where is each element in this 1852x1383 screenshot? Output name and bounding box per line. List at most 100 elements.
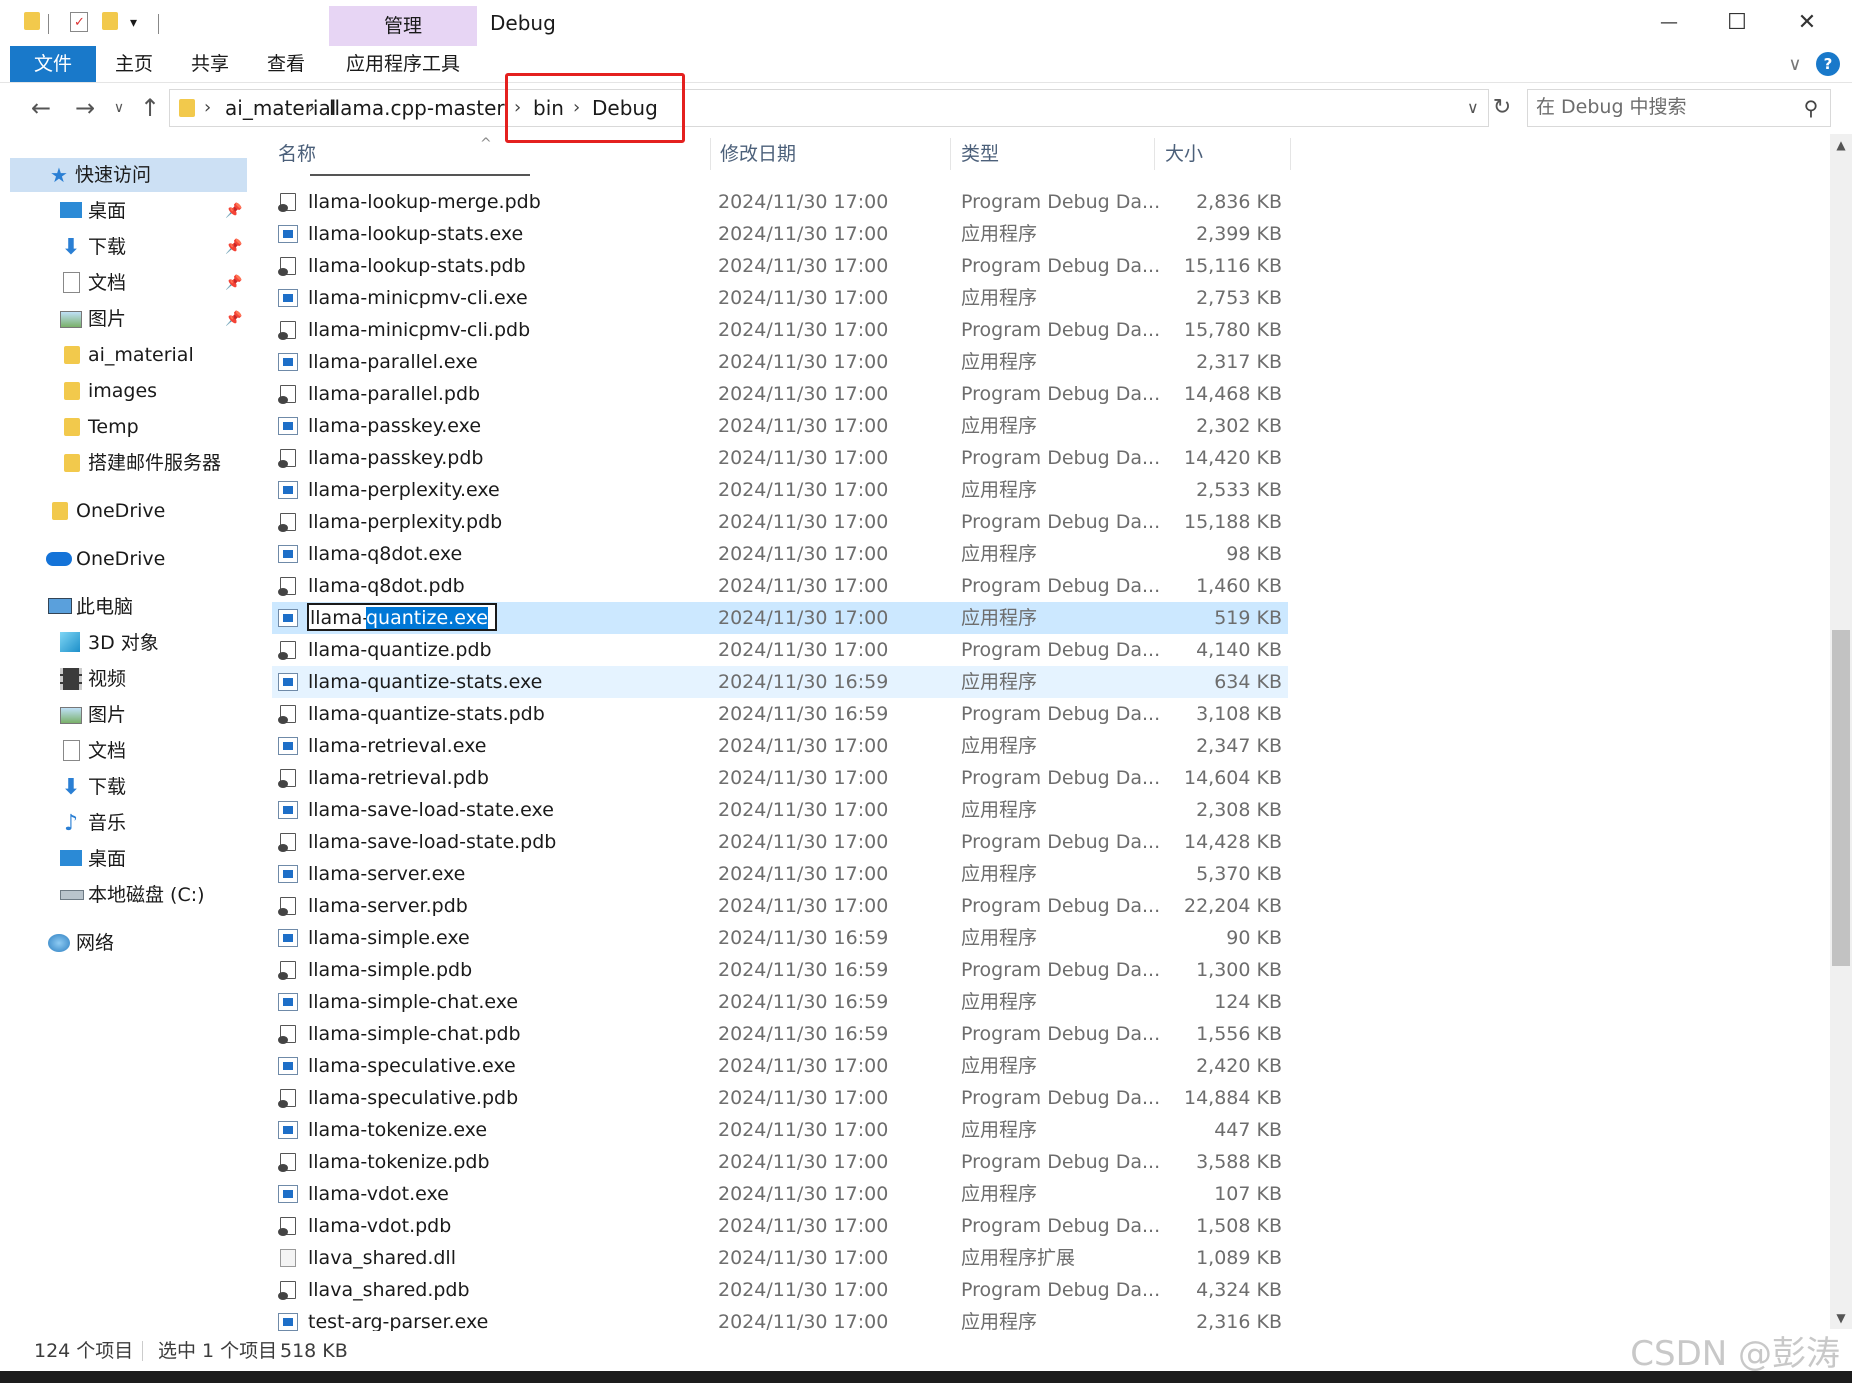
properties-icon[interactable]: ✓ xyxy=(70,12,88,32)
breadcrumb-bin[interactable]: bin xyxy=(533,90,564,126)
file-row[interactable]: llama-minicpmv-cli.exe 2024/11/30 17:00 应用… xyxy=(272,282,1288,314)
file-row[interactable]: llama-passkey.exe 2024/11/30 17:00 应用程序 2,3… xyxy=(272,410,1288,442)
breadcrumb-separator[interactable]: › xyxy=(308,90,315,126)
vertical-scrollbar[interactable]: ▲ ▼ xyxy=(1830,134,1852,1329)
file-row[interactable]: llama-perplexity.exe 2024/11/30 17:00 应用程序… xyxy=(272,474,1288,506)
file-row[interactable]: llama-quantize.exe 2024/11/30 17:00 应用程序 51… xyxy=(272,602,1288,634)
sidebar-item-3d-objects[interactable]: 3D 对象 xyxy=(10,626,247,660)
sidebar-item-pictures[interactable]: 图片 📌 xyxy=(10,302,247,336)
file-row[interactable]: llama-quantize-stats.pdb 2024/11/30 16:59… xyxy=(272,698,1288,730)
sidebar-item-network[interactable]: 网络 xyxy=(10,926,247,960)
close-icon[interactable]: ✕ xyxy=(1782,4,1832,40)
scroll-up-icon[interactable]: ▲ xyxy=(1830,134,1852,156)
breadcrumb[interactable]: › ai_material › llama.cpp-master › bin ›… xyxy=(169,89,1489,127)
file-row[interactable]: llama-quantize.pdb 2024/11/30 17:00 Progra… xyxy=(272,634,1288,666)
sidebar-item-desktop[interactable]: 桌面 📌 xyxy=(10,194,247,228)
sidebar-item-temp[interactable]: Temp xyxy=(10,410,247,444)
maximize-icon[interactable]: ☐ xyxy=(1712,4,1762,40)
sidebar-item-pictures-pc[interactable]: 图片 xyxy=(10,698,247,732)
column-divider[interactable] xyxy=(950,138,951,170)
sidebar-item-quick-access[interactable]: ★ 快速访问 xyxy=(10,158,247,192)
breadcrumb-debug[interactable]: Debug xyxy=(592,90,658,126)
breadcrumb-ai-material[interactable]: ai_material xyxy=(225,90,336,126)
file-row[interactable]: llama-lookup-merge.pdb 2024/11/30 17:00 Pr… xyxy=(272,186,1288,218)
ribbon-collapse-icon[interactable]: ∨ xyxy=(1780,50,1810,78)
recent-locations-button[interactable]: ∨ xyxy=(108,91,130,125)
sidebar-item-downloads[interactable]: ⬇ 下载 📌 xyxy=(10,230,247,264)
sidebar-item-desktop-pc[interactable]: 桌面 xyxy=(10,842,247,876)
file-row[interactable]: llama-save-load-state.pdb 2024/11/30 17:0… xyxy=(272,826,1288,858)
tab-view[interactable]: 查看 xyxy=(256,46,316,82)
sidebar-item-this-pc[interactable]: 此电脑 xyxy=(10,590,247,624)
file-row[interactable]: llama-tokenize.pdb 2024/11/30 17:00 Progra… xyxy=(272,1146,1288,1178)
column-header-date[interactable]: 修改日期 xyxy=(720,134,796,174)
search-box[interactable]: ⚲ xyxy=(1527,89,1831,127)
file-row[interactable]: llama-q8dot.exe 2024/11/30 17:00 应用程序 98 KB xyxy=(272,538,1288,570)
pin-icon[interactable]: 📌 xyxy=(225,302,242,336)
file-row[interactable]: llama-speculative.exe 2024/11/30 17:00 应用程… xyxy=(272,1050,1288,1082)
file-row[interactable]: llama-quantize-stats.exe 2024/11/30 16:59… xyxy=(272,666,1288,698)
search-input[interactable] xyxy=(1536,90,1786,124)
sidebar-item-onedrive-folder[interactable]: OneDrive xyxy=(10,494,247,528)
file-row[interactable]: llama-passkey.pdb 2024/11/30 17:00 Program… xyxy=(272,442,1288,474)
sidebar-item-videos[interactable]: 视频 xyxy=(10,662,247,696)
tab-home[interactable]: 主页 xyxy=(104,46,164,82)
breadcrumb-llama-cpp-master[interactable]: llama.cpp-master xyxy=(329,90,505,126)
sidebar-item-images[interactable]: images xyxy=(10,374,247,408)
file-row[interactable]: llama-simple-chat.exe 2024/11/30 16:59 应用程… xyxy=(272,986,1288,1018)
sidebar-item-music[interactable]: ♪ 音乐 xyxy=(10,806,247,840)
file-row[interactable]: llama-simple-chat.pdb 2024/11/30 16:59 Pro… xyxy=(272,1018,1288,1050)
file-row[interactable]: llama-q8dot.pdb 2024/11/30 17:00 Program D… xyxy=(272,570,1288,602)
column-header-type[interactable]: 类型 xyxy=(961,134,999,174)
back-button[interactable]: ← xyxy=(24,91,58,125)
file-row[interactable]: llama-simple.pdb 2024/11/30 16:59 Program … xyxy=(272,954,1288,986)
file-row[interactable]: llama-server.pdb 2024/11/30 17:00 Program … xyxy=(272,890,1288,922)
file-row[interactable]: llava_shared.dll 2024/11/30 17:00 应用程序扩展 1,… xyxy=(272,1242,1288,1274)
forward-button[interactable]: → xyxy=(68,91,102,125)
help-icon[interactable]: ? xyxy=(1816,52,1840,76)
column-divider[interactable] xyxy=(1154,138,1155,170)
file-row[interactable]: llama-tokenize.exe 2024/11/30 17:00 应用程序 44… xyxy=(272,1114,1288,1146)
new-folder-icon[interactable] xyxy=(102,12,118,30)
sidebar-item-local-disk[interactable]: 本地磁盘 (C:) xyxy=(10,878,247,912)
tab-file[interactable]: 文件 xyxy=(10,46,96,82)
scroll-thumb[interactable] xyxy=(1832,630,1850,966)
minimize-icon[interactable]: — xyxy=(1644,4,1694,40)
file-row[interactable]: llama-speculative.pdb 2024/11/30 17:00 Pro… xyxy=(272,1082,1288,1114)
file-row[interactable]: llama-save-load-state.exe 2024/11/30 17:0… xyxy=(272,794,1288,826)
manage-contextual-tab[interactable]: 管理 xyxy=(329,6,477,46)
rename-input[interactable]: llama-quantize.exe xyxy=(307,603,497,631)
file-row[interactable]: llama-lookup-stats.pdb 2024/11/30 17:00 Pr… xyxy=(272,250,1288,282)
sidebar-item-downloads-pc[interactable]: ⬇ 下载 xyxy=(10,770,247,804)
sidebar-item-onedrive[interactable]: OneDrive xyxy=(10,542,247,576)
file-row[interactable]: llama-retrieval.pdb 2024/11/30 17:00 Progr… xyxy=(272,762,1288,794)
pin-icon[interactable]: 📌 xyxy=(225,194,242,228)
file-row[interactable]: llama-minicpmv-cli.pdb 2024/11/30 17:00 Pr… xyxy=(272,314,1288,346)
pin-icon[interactable]: 📌 xyxy=(225,230,242,264)
pin-icon[interactable]: 📌 xyxy=(225,266,242,300)
customize-toolbar-icon[interactable]: ▾ xyxy=(130,10,137,36)
file-row[interactable]: llama-retrieval.exe 2024/11/30 17:00 应用程序 2… xyxy=(272,730,1288,762)
file-row[interactable]: llama-server.exe 2024/11/30 17:00 应用程序 5,37… xyxy=(272,858,1288,890)
file-row[interactable]: llama-simple.exe 2024/11/30 16:59 应用程序 90 K… xyxy=(272,922,1288,954)
file-row[interactable]: llama-vdot.pdb 2024/11/30 17:00 Program De… xyxy=(272,1210,1288,1242)
sidebar-item-mail-server[interactable]: 搭建邮件服务器 xyxy=(10,446,247,480)
column-divider[interactable] xyxy=(710,138,711,170)
file-row[interactable]: llama-parallel.exe 2024/11/30 17:00 应用程序 2,… xyxy=(272,346,1288,378)
sidebar-item-documents[interactable]: 文档 📌 xyxy=(10,266,247,300)
refresh-icon[interactable]: ↻ xyxy=(1488,89,1516,125)
sidebar-item-documents-pc[interactable]: 文档 xyxy=(10,734,247,768)
address-dropdown-icon[interactable]: ∨ xyxy=(1467,90,1479,126)
column-header-name[interactable]: 名称 xyxy=(278,134,316,174)
breadcrumb-separator[interactable]: › xyxy=(514,90,521,126)
search-icon[interactable]: ⚲ xyxy=(1796,93,1826,123)
tab-application-tools[interactable]: 应用程序工具 xyxy=(329,46,477,82)
file-row[interactable]: llama-vdot.exe 2024/11/30 17:00 应用程序 107 KB xyxy=(272,1178,1288,1210)
sidebar-item-ai-material[interactable]: ai_material xyxy=(10,338,247,372)
tab-share[interactable]: 共享 xyxy=(180,46,240,82)
file-row[interactable]: llama-lookup-stats.exe 2024/11/30 17:00 应用… xyxy=(272,218,1288,250)
file-row[interactable]: llama-parallel.pdb 2024/11/30 17:00 Progra… xyxy=(272,378,1288,410)
file-row[interactable]: llava_shared.pdb 2024/11/30 17:00 Program … xyxy=(272,1274,1288,1306)
breadcrumb-separator[interactable]: › xyxy=(573,90,580,126)
file-row[interactable]: llama-perplexity.pdb 2024/11/30 17:00 Prog… xyxy=(272,506,1288,538)
